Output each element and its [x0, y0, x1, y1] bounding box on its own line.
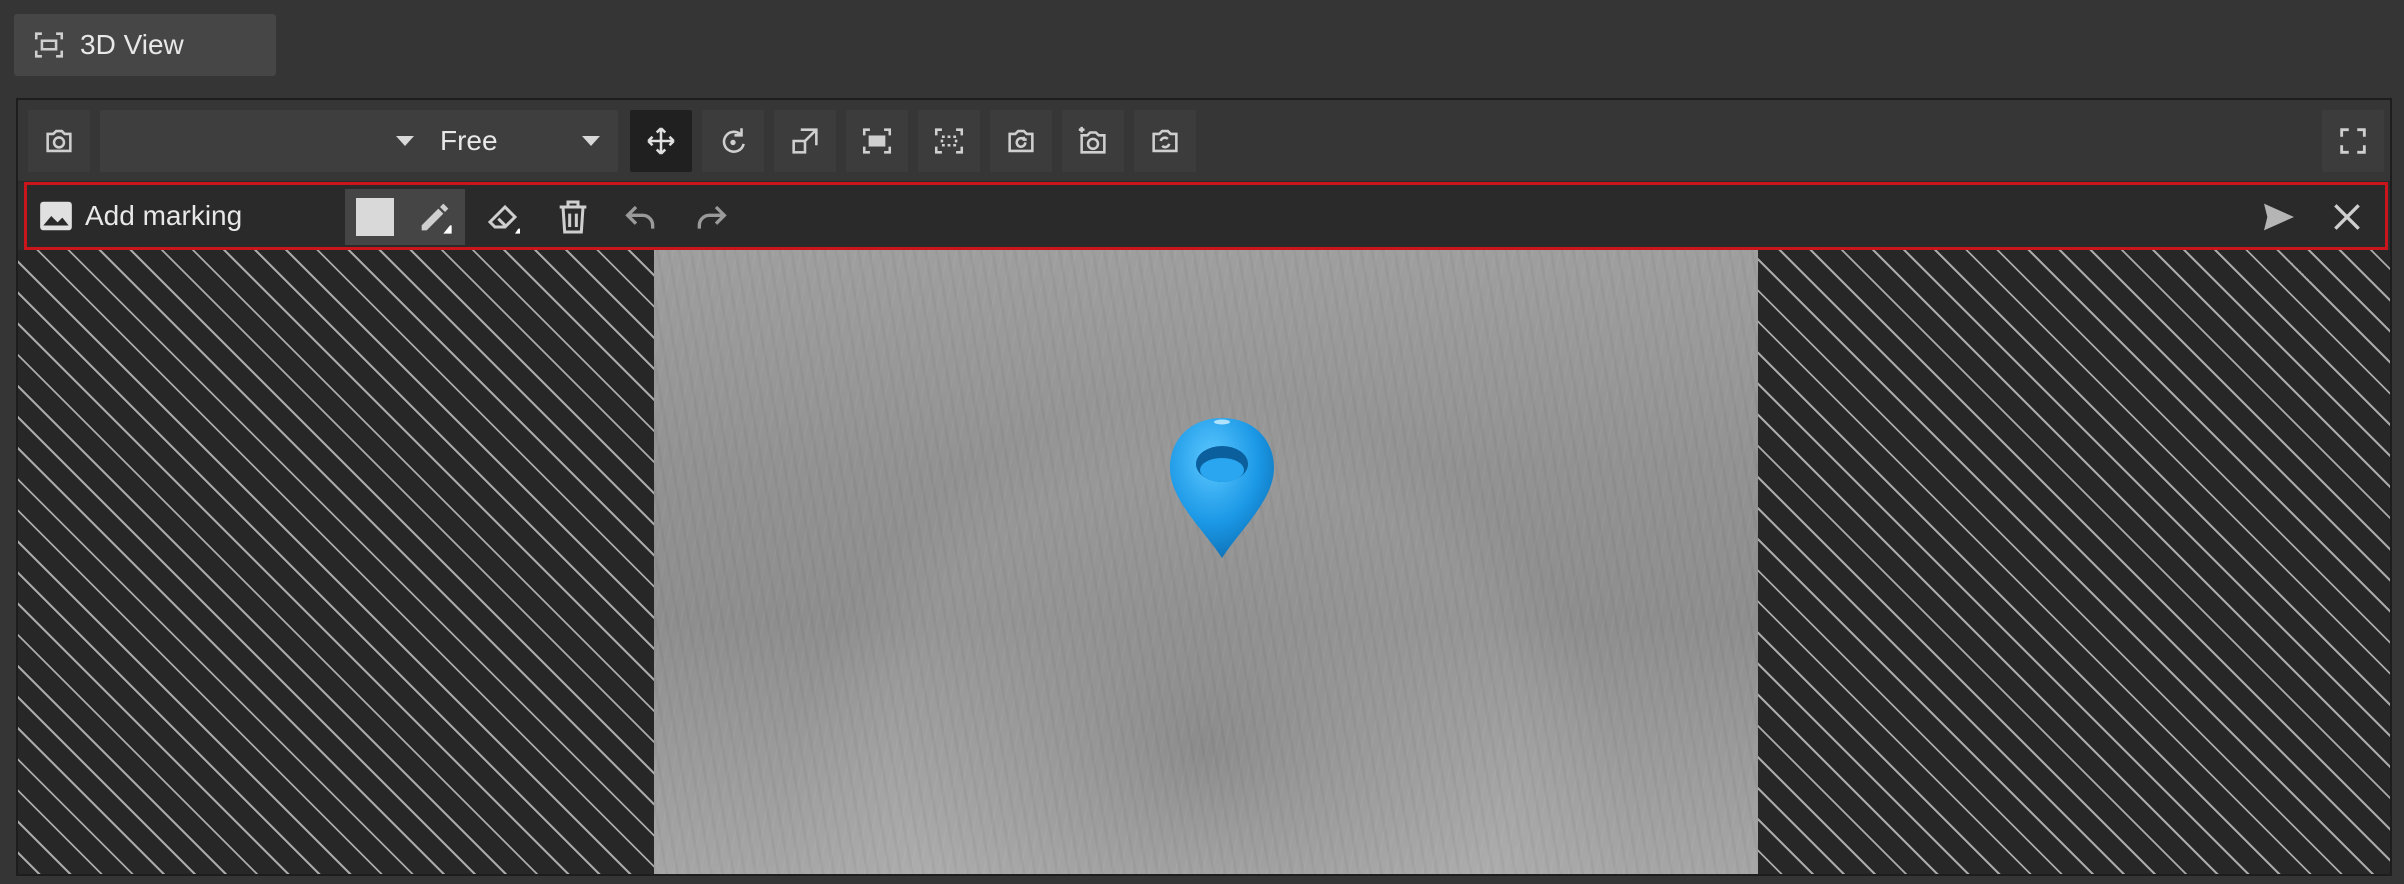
- fit-view-icon: [34, 32, 64, 58]
- marking-title: Add marking: [37, 185, 242, 247]
- color-swatch-button[interactable]: [345, 189, 405, 245]
- redo-button[interactable]: [681, 189, 741, 245]
- pencil-button[interactable]: [405, 189, 465, 245]
- reset-view-button[interactable]: [990, 110, 1052, 172]
- undo-button[interactable]: [611, 189, 671, 245]
- image-icon: [40, 201, 72, 231]
- rotate-icon: [722, 128, 745, 153]
- trash-icon: [559, 200, 587, 234]
- scene-render[interactable]: [654, 250, 1758, 874]
- send-button[interactable]: [2249, 189, 2309, 245]
- resize-button[interactable]: [774, 110, 836, 172]
- tab-3d-view[interactable]: 3D View: [14, 14, 276, 76]
- view-panel: Free Add marking: [16, 98, 2392, 876]
- mode-select-value: Free: [440, 125, 498, 156]
- close-button[interactable]: [2317, 189, 2377, 245]
- delete-button[interactable]: [543, 189, 603, 245]
- fit-view-icon: [862, 128, 892, 154]
- fit-selection-icon: [934, 128, 964, 154]
- move-button[interactable]: [630, 110, 692, 172]
- add-snapshot-icon: [1078, 126, 1106, 154]
- camera-button[interactable]: [28, 110, 90, 172]
- eraser-icon: [487, 204, 520, 234]
- pencil-icon: [421, 203, 452, 234]
- fullscreen-button[interactable]: [2322, 110, 2384, 172]
- fullscreen-icon: [2340, 128, 2366, 154]
- mode-select[interactable]: Free: [428, 110, 618, 172]
- chevron-down-icon: [396, 136, 414, 146]
- switch-camera-icon: [1152, 129, 1178, 153]
- camera-select[interactable]: [100, 110, 432, 172]
- close-icon: [2334, 204, 2360, 230]
- eraser-button[interactable]: [475, 189, 535, 245]
- resize-icon: [792, 128, 818, 154]
- undo-icon: [625, 205, 655, 229]
- color-swatch: [356, 198, 394, 236]
- marking-toolbar: Add marking: [24, 182, 2388, 250]
- add-snapshot-button[interactable]: [1062, 110, 1124, 172]
- location-pin-icon[interactable]: [1164, 414, 1280, 562]
- redo-icon: [697, 205, 727, 229]
- fit-view-button[interactable]: [846, 110, 908, 172]
- tab-label: 3D View: [80, 29, 184, 60]
- camera-icon: [46, 129, 72, 153]
- fit-selection-button[interactable]: [918, 110, 980, 172]
- send-icon: [2264, 203, 2294, 231]
- move-icon: [647, 127, 675, 155]
- rotate-button[interactable]: [702, 110, 764, 172]
- marking-title-label: Add marking: [85, 200, 243, 231]
- chevron-down-icon: [582, 136, 600, 146]
- switch-camera-button[interactable]: [1134, 110, 1196, 172]
- reset-view-icon: [1008, 129, 1034, 153]
- view-toolbar: Free: [18, 100, 2390, 182]
- viewport[interactable]: [18, 250, 2390, 874]
